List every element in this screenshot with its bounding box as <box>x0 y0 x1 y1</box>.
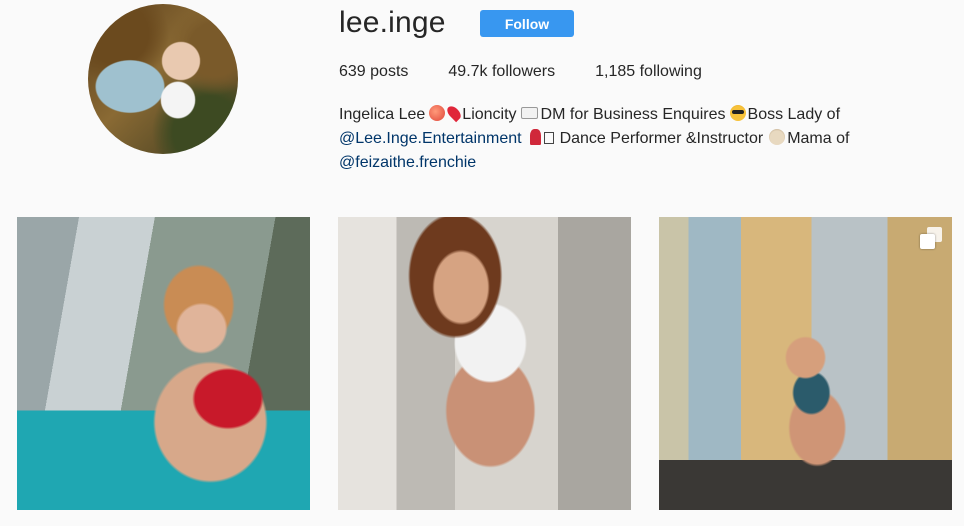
follow-button[interactable]: Follow <box>480 10 574 37</box>
profile-stats: 639 posts 49.7k followers 1,185 followin… <box>339 63 742 81</box>
sunglasses-emoji-icon <box>729 105 746 121</box>
bio-link-frenchie[interactable]: @feizaithe.frenchie <box>339 154 476 171</box>
profile-avatar[interactable] <box>88 4 238 154</box>
bio-boss: Boss Lady of <box>747 106 841 123</box>
profile-bio: Ingelica Lee Lioncity DM for Business Enqu… <box>339 103 939 175</box>
dancer-emoji-icon <box>529 129 541 145</box>
bio-line-1: Ingelica Lee Lioncity DM for Business Enqu… <box>339 103 939 127</box>
peach-emoji-icon <box>429 105 446 121</box>
dog-emoji-icon <box>769 129 786 145</box>
bio-location: Lioncity <box>462 106 517 123</box>
bio-link-entertainment[interactable]: @Lee.Inge.Entertainment <box>339 130 522 147</box>
bio-line-2: @Lee.Inge.Entertainment Dance Performer &… <box>339 127 939 151</box>
profile-username: lee.inge <box>339 6 446 39</box>
followers-count[interactable]: 49.7k followers <box>448 63 555 81</box>
bio-dance: Dance Performer &Instructor <box>559 130 764 147</box>
post-thumbnail[interactable] <box>659 217 952 510</box>
post-thumbnail[interactable] <box>17 217 310 510</box>
bio-dm: DM for Business Enquires <box>540 106 726 123</box>
post-thumbnail[interactable] <box>338 217 631 510</box>
pin-emoji-icon <box>445 103 464 123</box>
bio-mama: Mama of <box>787 130 850 147</box>
missing-glyph-icon <box>543 132 554 144</box>
profile-page: lee.inge Follow 639 posts 49.7k follower… <box>0 0 964 526</box>
bio-name: Ingelica Lee <box>339 106 426 123</box>
posts-count: 639 posts <box>339 63 409 80</box>
envelope-emoji-icon <box>520 107 538 119</box>
following-count[interactable]: 1,185 following <box>595 63 702 81</box>
multiple-photos-icon <box>920 227 942 249</box>
bio-line-3: @feizaithe.frenchie <box>339 151 939 175</box>
